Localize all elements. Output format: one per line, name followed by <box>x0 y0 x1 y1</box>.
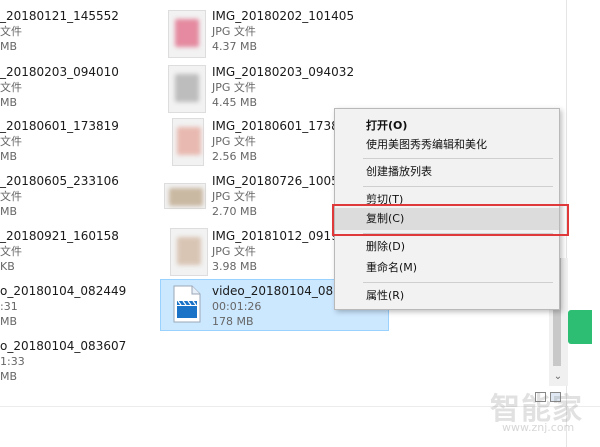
menu-separator <box>363 282 553 283</box>
file-item-left-4[interactable]: _20180605_233106 文件 MB <box>0 174 119 219</box>
file-size: MB <box>0 315 18 328</box>
menu-item-delete[interactable]: 删除(D) <box>335 236 559 258</box>
file-size: 4.37 MB <box>212 40 258 53</box>
file-size: 3.98 MB <box>212 260 258 273</box>
thumb-blur-2 <box>175 74 199 102</box>
file-item-left-3[interactable]: _20180601_173819 文件 MB <box>0 119 119 164</box>
file-item-img-3[interactable]: IMG_20180601_173823 JPG 文件 2.56 MB <box>212 119 354 164</box>
file-type: 文件 <box>0 190 22 203</box>
file-name: _20180921_160158 <box>0 229 119 243</box>
file-size: MB <box>0 96 18 109</box>
file-name: IMG_20180726_100524 <box>212 174 355 188</box>
file-type: JPG 文件 <box>212 190 256 203</box>
file-size: MB <box>0 40 18 53</box>
side-action-button[interactable] <box>568 310 592 344</box>
thumb-blur-1 <box>175 19 199 47</box>
file-type: JPG 文件 <box>212 135 256 148</box>
file-name: IMG_20180203_094032 <box>212 65 355 79</box>
file-type: 文件 <box>0 245 22 258</box>
file-type: 文件 <box>0 81 22 94</box>
scroll-down-arrow-icon[interactable]: ⌄ <box>551 371 565 383</box>
file-size: MB <box>0 370 18 383</box>
file-name: _20180601_173819 <box>0 119 119 133</box>
file-name: _20180121_145552 <box>0 9 119 23</box>
file-type: JPG 文件 <box>212 81 256 94</box>
menu-item-meitu-edit[interactable]: 使用美图秀秀编辑和美化 <box>335 134 559 156</box>
file-size: KB <box>0 260 15 273</box>
menu-separator <box>363 158 553 159</box>
file-item-img-2[interactable]: IMG_20180203_094032 JPG 文件 4.45 MB <box>212 65 354 110</box>
image-thumbnail[interactable] <box>168 65 206 113</box>
file-size: MB <box>0 150 18 163</box>
file-size: 178 MB <box>212 315 254 328</box>
file-type: 文件 <box>0 135 22 148</box>
thumb-blur-4 <box>169 188 203 206</box>
copy-highlight-annotation <box>332 204 569 236</box>
watermark-url: www.znj.com <box>502 421 575 434</box>
file-item-left-5[interactable]: _20180921_160158 文件 KB <box>0 229 119 274</box>
file-name: o_20180104_082449 <box>0 284 127 298</box>
file-type: JPG 文件 <box>212 25 256 38</box>
file-name: IMG_20180202_101405 <box>212 9 355 23</box>
file-duration: 1:33 <box>0 355 25 368</box>
menu-item-rename[interactable]: 重命名(M) <box>335 257 559 279</box>
thumb-blur-5 <box>177 237 201 265</box>
file-name: _20180605_233106 <box>0 174 119 188</box>
file-explorer-view: _20180121_145552 文件 MB _20180203_094010 … <box>0 0 600 447</box>
file-name: IMG_20180601_173823 <box>212 119 355 133</box>
video-file-icon <box>173 285 201 323</box>
menu-item-properties[interactable]: 属性(R) <box>335 285 559 307</box>
image-thumbnail[interactable] <box>168 10 206 58</box>
file-item-left-1[interactable]: _20180121_145552 文件 MB <box>0 9 119 54</box>
file-name: _20180203_094010 <box>0 65 119 79</box>
menu-separator <box>363 186 553 187</box>
file-duration: :31 <box>0 300 18 313</box>
thumb-blur-3 <box>177 127 201 155</box>
menu-item-create-playlist[interactable]: 创建播放列表 <box>335 161 559 183</box>
file-item-img-1[interactable]: IMG_20180202_101405 JPG 文件 4.37 MB <box>212 9 354 54</box>
image-thumbnail[interactable] <box>164 183 206 209</box>
file-item-left-6[interactable]: o_20180104_082449 :31 MB <box>0 284 126 329</box>
file-size: 4.45 MB <box>212 96 258 109</box>
file-name: o_20180104_083607 <box>0 339 127 353</box>
image-thumbnail[interactable] <box>172 118 204 166</box>
file-type: 文件 <box>0 25 22 38</box>
image-thumbnail[interactable] <box>170 228 208 276</box>
file-size: 2.56 MB <box>212 150 258 163</box>
file-item-left-7[interactable]: o_20180104_083607 1:33 MB <box>0 339 126 384</box>
file-type: JPG 文件 <box>212 245 256 258</box>
file-size: MB <box>0 205 18 218</box>
file-item-left-2[interactable]: _20180203_094010 文件 MB <box>0 65 119 110</box>
